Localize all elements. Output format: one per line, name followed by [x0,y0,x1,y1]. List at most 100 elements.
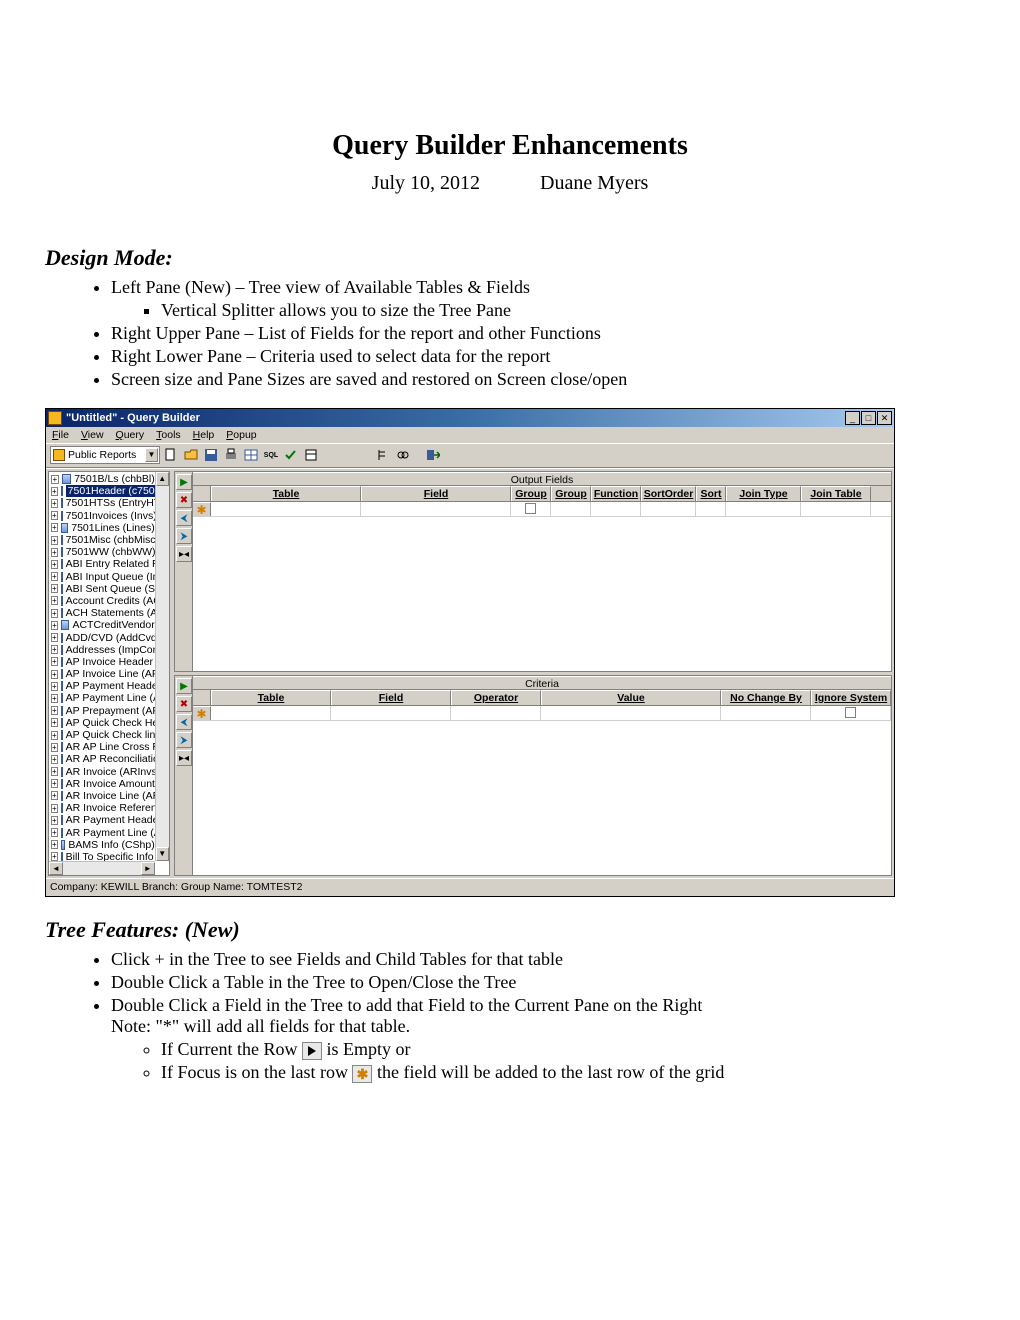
grid-cell[interactable] [541,706,721,721]
expand-icon[interactable]: + [51,670,58,679]
column-header[interactable]: Field [361,486,511,501]
tree-item[interactable]: +ABI Sent Queue (SentQueue [49,583,155,595]
tree-pane[interactable]: +7501B/Ls (chbBl)+7501Header (c7501)+750… [48,471,170,876]
grid-cell[interactable] [726,502,801,517]
expand-icon[interactable]: + [51,779,58,788]
link-button[interactable] [394,446,412,464]
grid-cell[interactable] [331,706,451,721]
grid-cell[interactable] [696,502,726,517]
vertical-scrollbar[interactable]: ▲ ▼ [155,472,169,861]
grid-cell[interactable] [591,502,641,517]
column-header[interactable]: Group [511,486,551,501]
criteria-grid[interactable]: ▶ ✖ ⮜ ⮞ ▸◂ Criteria TableFieldOperatorVa… [174,675,892,876]
column-header[interactable]: Ignore System [811,690,891,705]
grid-cell[interactable] [721,706,811,721]
tree-item[interactable]: +AP Quick Check Header (AP [49,717,155,729]
new-row-icon[interactable]: ✱ [193,502,211,516]
tree-item[interactable]: +Bill To Specific Info (SpInf_BI [49,851,155,861]
column-header[interactable]: Table [211,690,331,705]
expand-icon[interactable]: + [51,694,58,703]
scroll-left-icon[interactable]: ◄ [49,862,63,875]
column-header[interactable]: Field [331,690,451,705]
expand-icon[interactable]: + [51,731,58,740]
expand-icon[interactable]: + [51,584,58,593]
goto-end-icon[interactable]: ▸◂ [176,546,192,562]
expand-icon[interactable]: + [51,852,58,861]
new-button[interactable] [162,446,180,464]
tree-item[interactable]: +AR AP Line Cross Ref (ARAF [49,741,155,753]
expand-icon[interactable]: + [51,548,58,557]
tree-item[interactable]: +BAMS Info (CShp) [49,839,155,851]
sql-button[interactable]: SQL [262,446,280,464]
grid-cell[interactable] [361,502,511,517]
indent-left-icon[interactable]: ⮜ [176,714,192,730]
grid-cell[interactable] [211,706,331,721]
tree-item[interactable]: +AR Payment Header (ARPay [49,814,155,826]
expand-icon[interactable]: + [51,475,59,484]
checkbox[interactable] [845,707,856,718]
column-header[interactable]: SortOrder [641,486,696,501]
column-header[interactable]: Group [551,486,591,501]
goto-end-icon[interactable]: ▸◂ [176,750,192,766]
expand-icon[interactable]: + [51,621,58,630]
expand-icon[interactable]: + [51,791,58,800]
expand-icon[interactable]: + [51,828,58,837]
grid-cell[interactable] [511,502,551,517]
close-button[interactable]: ✕ [877,411,892,425]
grid-cell[interactable] [801,502,871,517]
tree-item[interactable]: +AR AP Reconciliation (ARAP [49,753,155,765]
expand-icon[interactable]: + [51,536,58,545]
scroll-right-icon[interactable]: ► [141,862,155,875]
column-header[interactable]: No Change By [721,690,811,705]
expand-icon[interactable]: + [51,487,58,496]
tree-toggle-button[interactable] [374,446,392,464]
grid-cell[interactable] [211,502,361,517]
tree-item[interactable]: +7501Misc (chbMisc) [49,534,155,546]
menu-query[interactable]: Query [116,429,145,441]
grid-button[interactable] [242,446,260,464]
reports-combo[interactable]: Public Reports ▼ [50,446,160,464]
expand-icon[interactable]: + [51,523,58,532]
expand-icon[interactable]: + [51,682,58,691]
tree-item[interactable]: +AP Prepayment (APPrepay) [49,705,155,717]
minimize-button[interactable]: _ [845,411,860,425]
horizontal-scrollbar[interactable]: ◄ ► [49,861,155,875]
tree-item[interactable]: +AP Payment Header (APPay) [49,680,155,692]
tree-item[interactable]: +Account Credits (ACTCredit) [49,595,155,607]
tree-item[interactable]: +ABI Entry Related Results (Er [49,558,155,570]
expand-icon[interactable]: + [51,633,58,642]
tree-item[interactable]: +AR Invoice Amounts (ARInvA [49,778,155,790]
menu-file[interactable]: File [52,429,69,441]
maximize-button[interactable]: □ [861,411,876,425]
save-button[interactable] [202,446,220,464]
tree-item[interactable]: +AR Invoice Line (ARInvs2) [49,790,155,802]
expand-icon[interactable]: + [51,499,58,508]
tree-item[interactable]: +AP Payment Line (APPayLine [49,692,155,704]
tree-item[interactable]: +AR Invoice Reference (ARInv [49,802,155,814]
open-button[interactable] [182,446,200,464]
column-header[interactable]: Sort [696,486,726,501]
expand-icon[interactable]: + [51,718,58,727]
expand-icon[interactable]: + [51,706,58,715]
expand-icon[interactable]: + [51,840,58,849]
grid-cell[interactable] [451,706,541,721]
checkbox[interactable] [525,503,536,514]
expand-icon[interactable]: + [51,743,58,752]
expand-icon[interactable]: + [51,609,58,618]
column-header[interactable]: Join Type [726,486,801,501]
indent-right-icon[interactable]: ⮞ [176,528,192,544]
column-header[interactable]: Operator [451,690,541,705]
tree-item[interactable]: +AR Invoice (ARInvs) [49,766,155,778]
tree-item[interactable]: +AP Invoice Header (APinv) [49,656,155,668]
menu-tools[interactable]: Tools [156,429,181,441]
delete-icon[interactable]: ✖ [176,492,192,508]
run-icon[interactable]: ▶ [176,474,192,490]
expand-icon[interactable]: + [51,511,58,520]
tree-item[interactable]: +AP Quick Check line (APQCh [49,729,155,741]
menu-view[interactable]: View [81,429,104,441]
tree-item[interactable]: +Addresses (ImpCons) [49,644,155,656]
column-header[interactable]: Value [541,690,721,705]
tree-item[interactable]: +ADD/CVD (AddCvd) [49,631,155,643]
tree-item[interactable]: +7501B/Ls (chbBl) [49,473,155,485]
menu-popup[interactable]: Popup [226,429,256,441]
